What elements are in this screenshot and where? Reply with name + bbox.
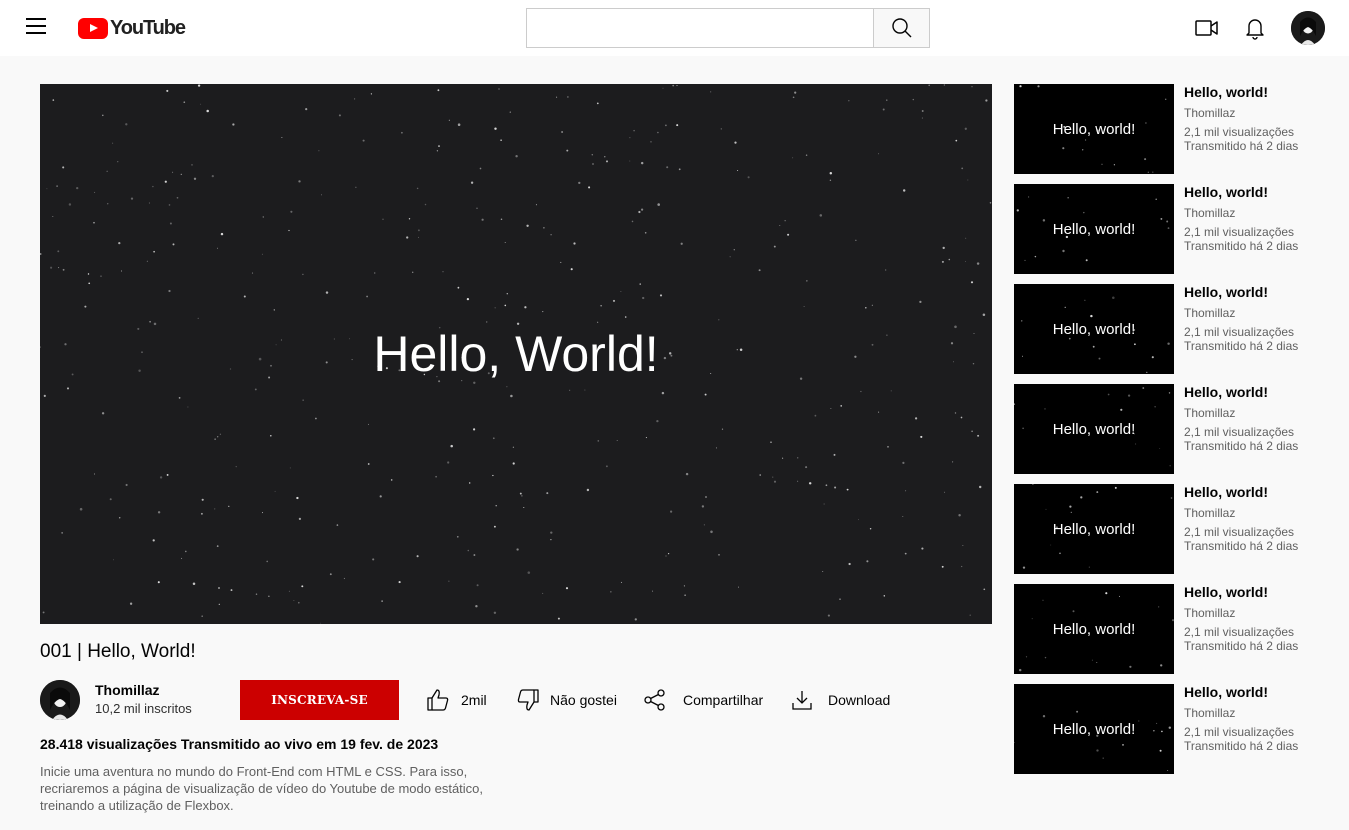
thumbnail-text: Hello, world! [1052, 220, 1136, 238]
recommendation-views: 2,1 mil visualizações [1184, 425, 1295, 439]
youtube-logo[interactable]: YouTube [78, 16, 186, 39]
share-label: Compartilhar [683, 692, 764, 708]
like-count: 2mil [461, 692, 487, 708]
thumbnail-text: Hello, world! [1052, 320, 1136, 338]
recommendation-title[interactable]: Hello, world! [1184, 684, 1268, 700]
player-overlay-text: Hello, World! [373, 326, 659, 382]
thumbnail-text: Hello, world! [1052, 420, 1136, 438]
recommendation-channel[interactable]: Thomillaz [1184, 306, 1235, 320]
notifications-bell-icon[interactable] [1242, 16, 1268, 40]
recommendation-item[interactable]: Hello, world! Hello, world! Thomillaz 2,… [1014, 484, 1334, 574]
recommendation-item[interactable]: Hello, world! Hello, world! Thomillaz 2,… [1014, 184, 1334, 274]
recommendation-thumbnail[interactable]: Hello, world! [1014, 484, 1174, 574]
recommendation-channel[interactable]: Thomillaz [1184, 606, 1235, 620]
thumbs-up-icon [427, 689, 449, 711]
video-description: Inicie uma aventura no mundo do Front-En… [40, 764, 484, 813]
recommendation-item[interactable]: Hello, world! Hello, world! Thomillaz 2,… [1014, 84, 1334, 174]
recommendation-time: Transmitido há 2 dias [1184, 339, 1299, 353]
recommendation-thumbnail[interactable]: Hello, world! [1014, 684, 1174, 774]
search-input[interactable] [526, 8, 874, 48]
thumbs-down-icon [517, 689, 539, 711]
recommendation-channel[interactable]: Thomillaz [1184, 706, 1235, 720]
recommendation-views: 2,1 mil visualizações [1184, 325, 1295, 339]
create-video-icon[interactable] [1194, 16, 1220, 40]
dislike-button[interactable]: Não gostei [515, 686, 617, 714]
search-button[interactable] [873, 8, 930, 48]
subscriber-count: 10,2 mil inscritos [95, 701, 192, 716]
recommendation-item[interactable]: Hello, world! Hello, world! Thomillaz 2,… [1014, 384, 1334, 474]
recommendation-channel[interactable]: Thomillaz [1184, 206, 1235, 220]
logo-text: YouTube [110, 16, 186, 39]
like-button[interactable]: 2mil [425, 686, 487, 714]
video-title: 001 | Hello, World! [40, 641, 196, 662]
recommendation-thumbnail[interactable]: Hello, world! [1014, 284, 1174, 374]
youtube-play-icon [78, 17, 108, 39]
recommendation-item[interactable]: Hello, world! Hello, world! Thomillaz 2,… [1014, 284, 1334, 374]
recommendation-item[interactable]: Hello, world! Hello, world! Thomillaz 2,… [1014, 584, 1334, 674]
download-icon [792, 691, 812, 710]
recommendation-time: Transmitido há 2 dias [1184, 539, 1299, 553]
share-icon [644, 689, 665, 711]
thumbnail-text: Hello, world! [1052, 520, 1136, 538]
recommendation-views: 2,1 mil visualizações [1184, 125, 1295, 139]
recommendation-title[interactable]: Hello, world! [1184, 184, 1268, 200]
hamburger-menu-icon[interactable] [24, 18, 48, 38]
recommendation-title[interactable]: Hello, world! [1184, 484, 1268, 500]
recommendation-channel[interactable]: Thomillaz [1184, 406, 1235, 420]
recommendation-thumbnail[interactable]: Hello, world! [1014, 384, 1174, 474]
recommendation-title[interactable]: Hello, world! [1184, 384, 1268, 400]
thumbnail-text: Hello, world! [1052, 620, 1136, 638]
recommendation-title[interactable]: Hello, world! [1184, 284, 1268, 300]
user-avatar[interactable] [1291, 11, 1325, 45]
recommendation-time: Transmitido há 2 dias [1184, 439, 1299, 453]
recommendation-views: 2,1 mil visualizações [1184, 225, 1295, 239]
video-player[interactable]: Hello, World! [40, 84, 992, 624]
recommendation-thumbnail[interactable]: Hello, world! [1014, 184, 1174, 274]
recommendation-thumbnail[interactable]: Hello, world! [1014, 584, 1174, 674]
recommendation-channel[interactable]: Thomillaz [1184, 506, 1235, 520]
channel-name[interactable]: Thomillaz [95, 682, 160, 698]
download-label: Download [828, 692, 891, 708]
video-stats: 28.418 visualizações Transmitido ao vivo… [40, 736, 439, 752]
recommendation-thumbnail[interactable]: Hello, world! [1014, 84, 1174, 174]
recommendation-time: Transmitido há 2 dias [1184, 239, 1299, 253]
share-button[interactable]: Compartilhar [643, 686, 763, 714]
channel-avatar[interactable] [40, 680, 80, 720]
recommendation-time: Transmitido há 2 dias [1184, 639, 1299, 653]
recommendation-title[interactable]: Hello, world! [1184, 584, 1268, 600]
recommendation-time: Transmitido há 2 dias [1184, 139, 1299, 153]
search-icon [891, 18, 911, 38]
recommendation-time: Transmitido há 2 dias [1184, 739, 1299, 753]
recommendation-views: 2,1 mil visualizações [1184, 725, 1295, 739]
recommendation-views: 2,1 mil visualizações [1184, 625, 1295, 639]
thumbnail-text: Hello, world! [1052, 120, 1136, 138]
recommendation-channel[interactable]: Thomillaz [1184, 106, 1235, 120]
download-button[interactable]: Download [790, 686, 890, 714]
recommendation-views: 2,1 mil visualizações [1184, 525, 1295, 539]
recommendation-item[interactable]: Hello, world! Hello, world! Thomillaz 2,… [1014, 684, 1334, 774]
subscribe-button[interactable]: INSCREVA-SE [240, 680, 399, 720]
dislike-label: Não gostei [550, 692, 617, 708]
recommendation-title[interactable]: Hello, world! [1184, 84, 1268, 100]
thumbnail-text: Hello, world! [1052, 720, 1136, 738]
top-header: YouTube [0, 0, 1349, 56]
